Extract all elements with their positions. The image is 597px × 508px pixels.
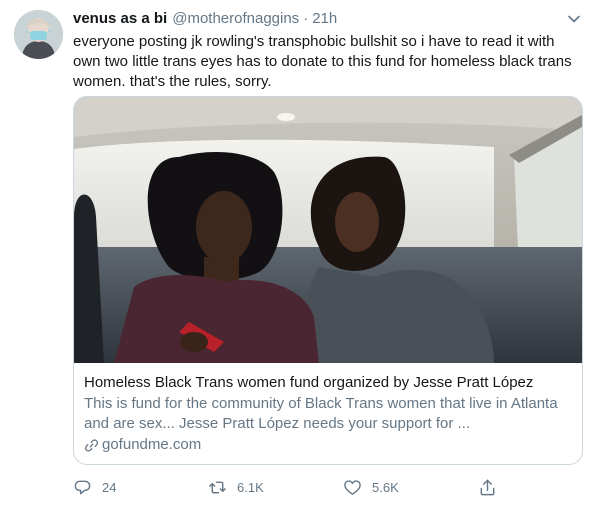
card-description: This is fund for the community of Black … bbox=[84, 395, 558, 432]
action-bar: 24 6.1K 5.6K bbox=[73, 475, 583, 499]
reply-count: 24 bbox=[102, 479, 117, 495]
card-body: Homeless Black Trans women fund organize… bbox=[84, 373, 572, 455]
share-icon bbox=[480, 479, 495, 495]
retweet-count: 6.1K bbox=[237, 479, 264, 495]
card-title[interactable]: Homeless Black Trans women fund organize… bbox=[84, 373, 572, 393]
separator-dot: · bbox=[303, 10, 309, 27]
share-button[interactable] bbox=[478, 475, 497, 499]
tweet[interactable]: venus as a bi @motherofnaggins · 21h eve… bbox=[0, 0, 597, 508]
link-icon bbox=[84, 438, 99, 452]
card-domain-text: gofundme.com bbox=[102, 436, 202, 453]
link-card[interactable]: Homeless Black Trans women fund organize… bbox=[73, 96, 583, 465]
chevron-down-icon[interactable] bbox=[566, 12, 582, 26]
like-button[interactable]: 5.6K bbox=[343, 475, 399, 499]
heart-icon bbox=[344, 479, 361, 495]
avatar[interactable] bbox=[14, 10, 63, 59]
retweet-icon bbox=[209, 481, 226, 493]
card-image[interactable] bbox=[74, 97, 582, 363]
card-domain: gofundme.com bbox=[84, 435, 572, 455]
user-handle[interactable]: @motherofnaggins bbox=[172, 9, 299, 29]
display-name[interactable]: venus as a bi bbox=[73, 9, 167, 29]
timestamp[interactable]: 21h bbox=[312, 9, 337, 29]
tweet-header: venus as a bi @motherofnaggins · 21h bbox=[73, 9, 337, 29]
reply-button[interactable]: 24 bbox=[73, 475, 116, 499]
like-count: 5.6K bbox=[372, 479, 399, 495]
reply-icon bbox=[74, 480, 91, 494]
tweet-text: everyone posting jk rowling's transphobi… bbox=[73, 33, 572, 90]
retweet-button[interactable]: 6.1K bbox=[208, 475, 264, 499]
